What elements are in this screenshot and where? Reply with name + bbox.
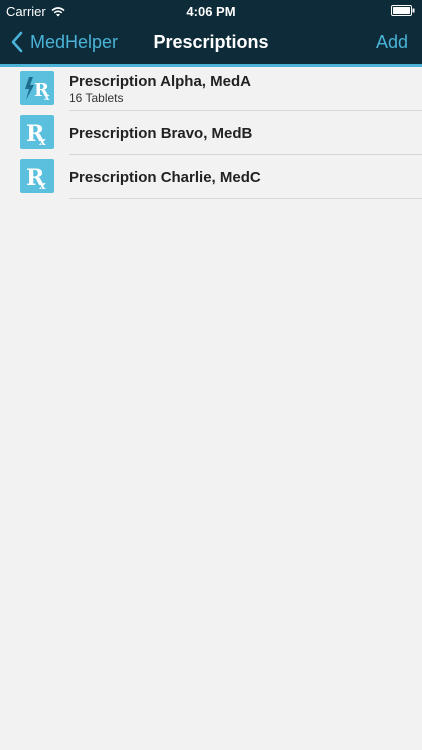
svg-text:x: x (44, 93, 50, 103)
status-time: 4:06 PM (186, 4, 236, 19)
rx-icon: R x (20, 115, 54, 149)
prescription-list: R x Prescription Alpha, MedA 16 Tablets … (0, 67, 422, 199)
status-bar: Carrier 4:06 PM (0, 0, 422, 22)
prescription-row-alpha[interactable]: R x Prescription Alpha, MedA 16 Tablets (0, 67, 422, 111)
prescription-row-text: Prescription Charlie, MedC (69, 155, 422, 199)
prescription-title: Prescription Charlie, MedC (69, 168, 261, 186)
prescription-row-text: Prescription Alpha, MedA 16 Tablets (69, 67, 422, 111)
page-title: Prescriptions (153, 32, 269, 52)
row-divider (69, 198, 422, 199)
prescription-title: Prescription Alpha, MedA (69, 73, 251, 90)
prescription-row-charlie[interactable]: R x Prescription Charlie, MedC (0, 155, 422, 199)
rx-lightning-icon: R x (20, 71, 54, 105)
prescription-quantity: 16 Tablets (69, 91, 124, 105)
navigation-bar: MedHelper Prescriptions Add (0, 22, 422, 64)
prescription-title: Prescription Bravo, MedB (69, 124, 253, 142)
svg-text:x: x (39, 135, 46, 148)
prescription-row-text: Prescription Bravo, MedB (69, 111, 422, 155)
rx-icon: R x (20, 159, 54, 193)
battery-icon (391, 5, 415, 16)
prescription-row-bravo[interactable]: R x Prescription Bravo, MedB (0, 111, 422, 155)
svg-text:x: x (39, 179, 46, 192)
add-button[interactable]: Add (376, 32, 408, 53)
